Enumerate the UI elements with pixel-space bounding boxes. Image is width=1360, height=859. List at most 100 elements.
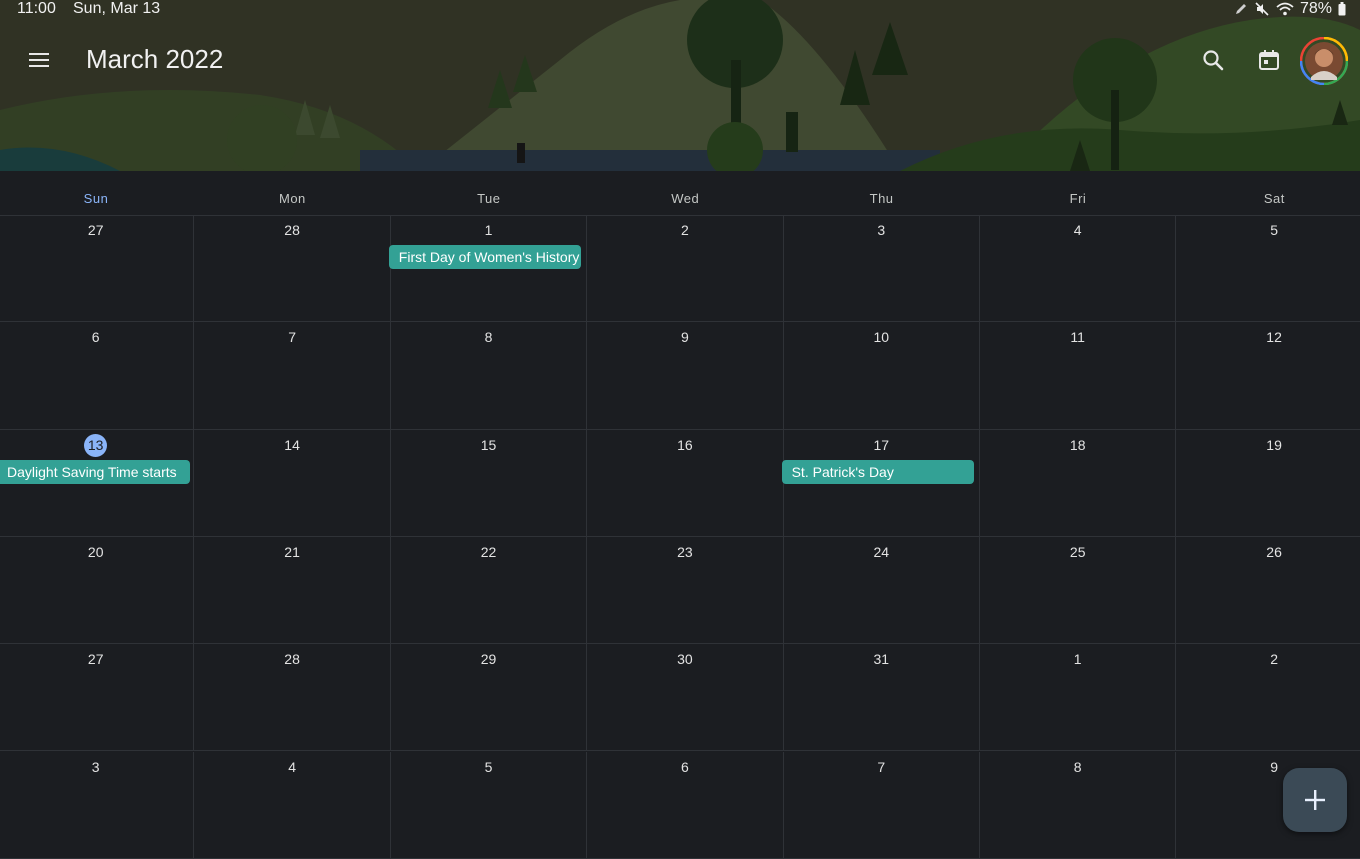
day-cell[interactable]: 10 (783, 322, 980, 430)
day-cell[interactable]: 1 (980, 644, 1177, 752)
date-number-label: 8 (484, 329, 493, 346)
date-number[interactable]: 3 (784, 222, 979, 238)
day-cell[interactable]: 3 (783, 215, 980, 323)
day-cell[interactable]: 30 (587, 644, 784, 752)
day-cell[interactable]: 27 (0, 215, 195, 323)
date-number[interactable]: 4 (194, 759, 389, 775)
day-cell[interactable]: 5 (1176, 215, 1360, 323)
day-cell[interactable]: 9 (587, 322, 784, 430)
date-number[interactable]: 27 (0, 222, 193, 238)
account-avatar[interactable] (1299, 36, 1349, 86)
create-event-button[interactable] (1283, 768, 1347, 832)
date-number[interactable]: 2 (1176, 651, 1360, 667)
day-cell[interactable]: 28 (194, 215, 391, 323)
date-number[interactable]: 22 (391, 544, 586, 560)
date-number[interactable]: 7 (194, 329, 389, 345)
date-number[interactable]: 6 (587, 759, 782, 775)
calendar-today-icon (1259, 50, 1279, 70)
day-cell[interactable]: 15 (390, 429, 588, 537)
today-button[interactable] (1247, 38, 1291, 82)
search-icon (1203, 50, 1224, 71)
date-number[interactable]: 31 (784, 651, 979, 667)
event-chip[interactable]: First Day of Women's History Month (388, 245, 581, 269)
day-cell[interactable]: 27 (0, 644, 195, 752)
date-number[interactable]: 7 (784, 759, 979, 775)
event-chip[interactable]: St. Patrick's Day (781, 459, 974, 484)
date-number[interactable]: 14 (194, 437, 389, 453)
date-number-label: 1 (484, 222, 493, 238)
day-cell[interactable]: 7 (783, 751, 980, 859)
day-cell[interactable]: 6 (587, 751, 784, 859)
day-cell[interactable]: 12 (1176, 322, 1360, 430)
date-number-label: 16 (677, 436, 693, 453)
date-number[interactable]: 29 (391, 651, 586, 667)
day-cell[interactable]: 4 (194, 751, 391, 859)
date-number[interactable]: 25 (980, 544, 1175, 560)
date-number[interactable]: 18 (980, 437, 1175, 453)
date-number[interactable]: 26 (1176, 544, 1360, 560)
day-cell[interactable]: 2 (1176, 644, 1360, 752)
date-number[interactable]: 8 (391, 329, 586, 345)
date-number[interactable]: 21 (194, 544, 389, 560)
day-cell[interactable]: 18 (980, 429, 1177, 537)
hamburger-menu-icon (29, 53, 49, 67)
day-cell[interactable]: 2 (587, 215, 784, 323)
date-number[interactable]: 17 (784, 437, 979, 453)
day-cell[interactable]: 14 (194, 429, 391, 537)
day-cell[interactable]: 21 (194, 536, 391, 645)
day-cell[interactable]: 22 (390, 536, 588, 645)
date-number[interactable]: 5 (391, 759, 586, 775)
date-number[interactable]: 8 (980, 759, 1175, 775)
date-number[interactable]: 9 (587, 329, 782, 345)
day-cell[interactable]: 24 (783, 536, 980, 645)
day-cell[interactable]: 5 (390, 751, 588, 859)
date-number[interactable]: 27 (0, 651, 193, 667)
date-number[interactable]: 4 (980, 222, 1175, 238)
date-number[interactable]: 30 (587, 651, 782, 667)
day-cell[interactable]: 8 (980, 751, 1177, 859)
date-number[interactable]: 15 (391, 437, 586, 453)
day-cell[interactable]: 6 (0, 322, 195, 430)
date-number-label: 25 (1069, 543, 1086, 560)
date-number[interactable]: 23 (587, 544, 782, 560)
day-cell[interactable]: 19 (1176, 430, 1360, 537)
day-cell[interactable]: 11 (980, 322, 1177, 430)
day-cell[interactable]: 8 (390, 322, 588, 430)
date-number[interactable]: 10 (784, 329, 979, 345)
date-number[interactable]: 6 (0, 329, 193, 345)
day-cell[interactable]: 3 (0, 751, 195, 859)
search-button[interactable] (1191, 38, 1235, 82)
day-cell[interactable]: 20 (0, 536, 195, 645)
date-number[interactable]: 2 (587, 222, 782, 238)
day-cell[interactable]: 25 (980, 536, 1177, 645)
date-number[interactable]: 19 (1176, 437, 1360, 453)
date-number-label: 7 (288, 329, 296, 346)
day-cell[interactable]: 26 (1176, 537, 1360, 645)
event-chip[interactable]: Daylight Saving Time starts (0, 459, 190, 484)
day-cell[interactable]: 23 (587, 536, 784, 645)
day-cell[interactable]: 31 (783, 644, 980, 752)
date-number-label: 9 (680, 329, 689, 346)
day-cell[interactable]: 16 (587, 429, 784, 537)
date-number[interactable]: 1 (980, 651, 1175, 667)
date-number[interactable]: 16 (587, 437, 782, 453)
date-number-label: 24 (873, 543, 890, 560)
date-number[interactable]: 12 (1176, 329, 1360, 345)
month-title[interactable]: March 2022 (86, 44, 223, 75)
day-cell[interactable]: 7 (194, 322, 391, 430)
date-number[interactable]: 20 (0, 544, 193, 560)
date-number[interactable]: 28 (194, 651, 389, 667)
date-number[interactable]: 5 (1176, 222, 1360, 238)
date-number[interactable]: 28 (194, 222, 389, 238)
date-number[interactable]: 1 (391, 222, 586, 238)
date-number-label: 13 (84, 433, 108, 457)
today-date-number[interactable]: 13 (0, 433, 193, 457)
date-number[interactable]: 11 (980, 329, 1175, 345)
date-number[interactable]: 3 (0, 759, 193, 775)
day-cell[interactable]: 29 (390, 644, 588, 752)
day-cell[interactable]: 4 (980, 215, 1177, 323)
day-cell[interactable]: 28 (194, 644, 391, 752)
date-number[interactable]: 24 (784, 544, 979, 560)
date-number-label: 19 (1266, 436, 1282, 453)
menu-button[interactable] (16, 37, 62, 83)
